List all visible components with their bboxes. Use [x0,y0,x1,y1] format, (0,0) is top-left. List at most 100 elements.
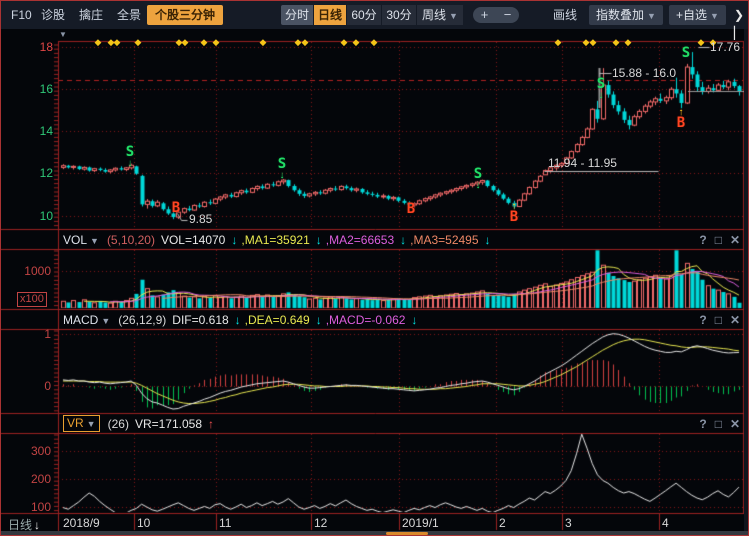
sell-signal[interactable]: S↓ [126,147,134,169]
event-diamond-icon[interactable]: ◆ [260,37,267,48]
buy-signal-letter: B [407,204,415,215]
tab-f10[interactable]: F10 [11,6,32,24]
maximize-icon[interactable]: □ [715,233,722,247]
vol-value: VOL=14070 [161,233,225,247]
period-text: 日线 [8,518,32,532]
event-diamond-icon[interactable]: ◆ [302,37,309,48]
index-overlay-button[interactable]: 指数叠加▼ [589,5,663,25]
sell-signal-letter: S [278,159,286,170]
down-arrow-icon: ↓ [316,233,322,247]
expand-panel-icon[interactable]: ❯▏ [734,6,748,42]
close-icon[interactable]: ✕ [730,233,740,247]
price-axis-label: 14 [40,124,53,138]
vr-value: VR=171.058 [135,417,202,431]
zoom-in-button[interactable]: + [481,8,489,22]
time-axis-label: 4 [662,516,669,530]
tab-diagnose[interactable]: 诊股 [41,6,65,24]
event-diamond-icon[interactable]: ◆ [353,37,360,48]
event-diamond-icon[interactable]: ◆ [583,37,590,48]
horizontal-scrollbar[interactable] [1,531,748,536]
help-icon[interactable]: ? [699,313,706,327]
toolbar: F10 诊股 擒庄 全景 个股三分钟 分时 日线 60分 30分 周线▼ + −… [1,1,748,29]
buy-signal[interactable]: B [172,203,180,214]
event-diamond-icon[interactable]: ◆ [182,37,189,48]
add-watchlist-button[interactable]: +自选▼ [669,5,726,25]
vr-indicator-selector[interactable]: VR▼ [63,415,100,432]
sell-signal[interactable]: S↓ [278,159,286,181]
down-arrow-icon: ↓ [485,233,491,247]
chevron-down-icon: ▼ [90,236,99,246]
period-weekly-label: 周线 [422,8,446,22]
buy-signal[interactable]: ↑B [510,201,518,223]
macd-header: MACD▼(26,12,9)DIF=0.618↓,DEA=0.649↓,MACD… [1,310,748,329]
event-diamond-icon[interactable]: ◆ [371,37,378,48]
vr-window-buttons: ? □ ✕ [699,414,740,433]
close-icon[interactable]: ✕ [730,417,740,431]
vr-axis-label: 300 [31,444,51,458]
event-diamond-icon[interactable]: ◆ [341,37,348,48]
maximize-icon[interactable]: □ [715,313,722,327]
stock-app-window: F10 诊股 擒庄 全景 个股三分钟 分时 日线 60分 30分 周线▼ + −… [0,0,749,536]
chevron-down-icon: ▼ [710,11,719,21]
sell-signal[interactable]: S [682,48,690,59]
down-arrow-icon: ↓ [599,90,604,101]
stock-3min-button[interactable]: 个股三分钟 [147,5,223,25]
event-diamond-icon[interactable]: ◆ [625,37,632,48]
chart-dropdown-caret-icon[interactable]: ▼ [59,30,67,39]
help-icon[interactable]: ? [699,417,706,431]
time-axis-label: 2018/9 [63,516,100,530]
event-diamond-icon[interactable]: ◆ [555,37,562,48]
event-diamond-icon[interactable]: ◆ [95,37,102,48]
sell-signal[interactable]: S↓ [474,169,482,191]
help-icon[interactable]: ? [699,233,706,247]
close-icon[interactable]: ✕ [730,313,740,327]
event-diamond-icon[interactable]: ◆ [114,37,121,48]
tab-panorama[interactable]: 全景 [117,6,141,24]
time-axis-label: 12 [314,516,327,530]
scrollbar-thumb[interactable] [386,532,428,535]
vr-axis-label: 100 [31,500,51,514]
zoom-out-button[interactable]: − [504,8,512,22]
down-arrow-icon: ↓ [411,313,417,327]
period-tab-daily[interactable]: 日线 [314,5,346,25]
period-tab-60min[interactable]: 60分 [347,5,381,25]
event-diamond-icon[interactable]: ◆ [213,37,220,48]
tab-qinzhuang[interactable]: 擒庄 [79,6,103,24]
period-tab-realtime[interactable]: 分时 [281,5,313,25]
event-diamond-icon[interactable]: ◆ [590,37,597,48]
buy-signal-letter: B [677,118,685,129]
chevron-down-icon: ▼ [449,11,458,21]
sell-signal[interactable]: S↓ [597,79,605,101]
vr-params: (26) [108,417,129,431]
vol-params: (5,10,20) [107,233,155,247]
event-diamond-icon[interactable]: ◆ [613,37,620,48]
event-diamond-icon[interactable]: ◆ [135,37,142,48]
price-annotation: 11.94 - 11.95 [548,156,617,170]
event-diamond-icon[interactable]: ◆ [295,37,302,48]
price-axis-label: 16 [40,82,53,96]
vr-header: VR▼ (26) VR=171.058 ↑? □ ✕ [1,414,748,433]
up-arrow-icon: ↑ [208,417,214,431]
dynamic-layer: 1816141210100010300200100VOL▼(5,10,20)VO… [1,1,748,535]
chevron-down-icon: ▼ [87,419,96,429]
sell-signal-letter: S [474,169,482,180]
sell-signal-letter: S [597,79,605,90]
vol-indicator-selector[interactable]: VOL▼ [63,233,99,247]
zoom-pill: + − [473,7,519,23]
period-tab-30min[interactable]: 30分 [382,5,416,25]
event-diamond-icon[interactable]: ◆ [201,37,208,48]
price-annotation: 15.88 - 16.0 [612,66,676,80]
vol-header: VOL▼(5,10,20)VOL=14070↓,MA1=35921↓,MA2=6… [1,230,748,249]
buy-signal[interactable]: ↑B [677,107,685,129]
draw-line-button[interactable]: 画线 [553,6,577,24]
buy-signal[interactable]: B [407,204,415,215]
price-annotation: 17.76 [710,40,740,54]
event-diamond-icon[interactable]: ◆ [698,37,705,48]
macd-indicator-selector[interactable]: MACD▼ [63,313,110,327]
right-edge-strip [744,29,749,531]
time-axis-label: 2019/1 [402,516,439,530]
macd-params: (26,12,9) [118,313,166,327]
maximize-icon[interactable]: □ [715,417,722,431]
period-tab-weekly[interactable]: 周线▼ [417,5,463,25]
volume-axis-label: 1000 [24,264,51,278]
